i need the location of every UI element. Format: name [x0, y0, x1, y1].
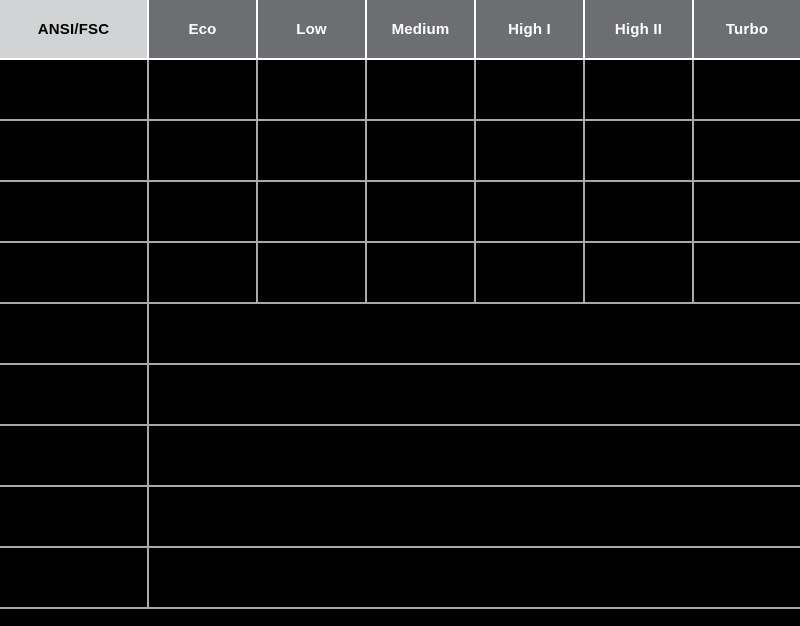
table-cell [584, 242, 694, 304]
table-cell [584, 120, 694, 182]
table-body [0, 59, 800, 609]
table-cell-merged [148, 303, 800, 365]
row-label [0, 59, 149, 121]
table-row [0, 59, 800, 121]
column-header-high-ii: High II [584, 0, 694, 60]
spec-table-container: ANSI/FSC Eco Low Medium High I High II T… [0, 0, 800, 626]
table-row-merged [0, 425, 800, 487]
table-cell [148, 120, 258, 182]
table-cell-merged [148, 486, 800, 548]
table-cell [475, 242, 585, 304]
row-label [0, 242, 149, 304]
table-cell [475, 181, 585, 243]
table-cell [257, 120, 367, 182]
table-cell [584, 59, 694, 121]
column-header-high-i: High I [475, 0, 585, 60]
column-header-eco: Eco [148, 0, 258, 60]
table-cell [148, 242, 258, 304]
table-cell [257, 181, 367, 243]
table-header-row: ANSI/FSC Eco Low Medium High I High II T… [0, 0, 800, 60]
table-cell [148, 59, 258, 121]
table-cell-merged [148, 425, 800, 487]
table-cell-merged [148, 547, 800, 609]
table-cell-merged [148, 364, 800, 426]
table-row [0, 242, 800, 304]
table-cell [366, 242, 476, 304]
table-cell [366, 120, 476, 182]
table-cell [584, 181, 694, 243]
column-header-ansi-fsc: ANSI/FSC [0, 0, 149, 60]
row-label [0, 364, 149, 426]
table-row [0, 120, 800, 182]
table-cell [366, 181, 476, 243]
table-row-merged [0, 303, 800, 365]
table-cell [257, 59, 367, 121]
table-cell [475, 59, 585, 121]
column-header-turbo: Turbo [693, 0, 800, 60]
table-row [0, 181, 800, 243]
table-row-merged [0, 486, 800, 548]
table-cell [693, 120, 800, 182]
specification-table: ANSI/FSC Eco Low Medium High I High II T… [0, 0, 800, 609]
row-label [0, 303, 149, 365]
table-cell [693, 59, 800, 121]
row-label [0, 181, 149, 243]
table-cell [366, 59, 476, 121]
table-cell [148, 181, 258, 243]
table-cell [475, 120, 585, 182]
row-label [0, 547, 149, 609]
table-header: ANSI/FSC Eco Low Medium High I High II T… [0, 0, 800, 60]
row-label [0, 486, 149, 548]
column-header-medium: Medium [366, 0, 476, 60]
table-cell [693, 242, 800, 304]
table-row-merged [0, 364, 800, 426]
table-cell [693, 181, 800, 243]
column-header-low: Low [257, 0, 367, 60]
row-label [0, 120, 149, 182]
table-row-merged [0, 547, 800, 609]
row-label [0, 425, 149, 487]
table-cell [257, 242, 367, 304]
